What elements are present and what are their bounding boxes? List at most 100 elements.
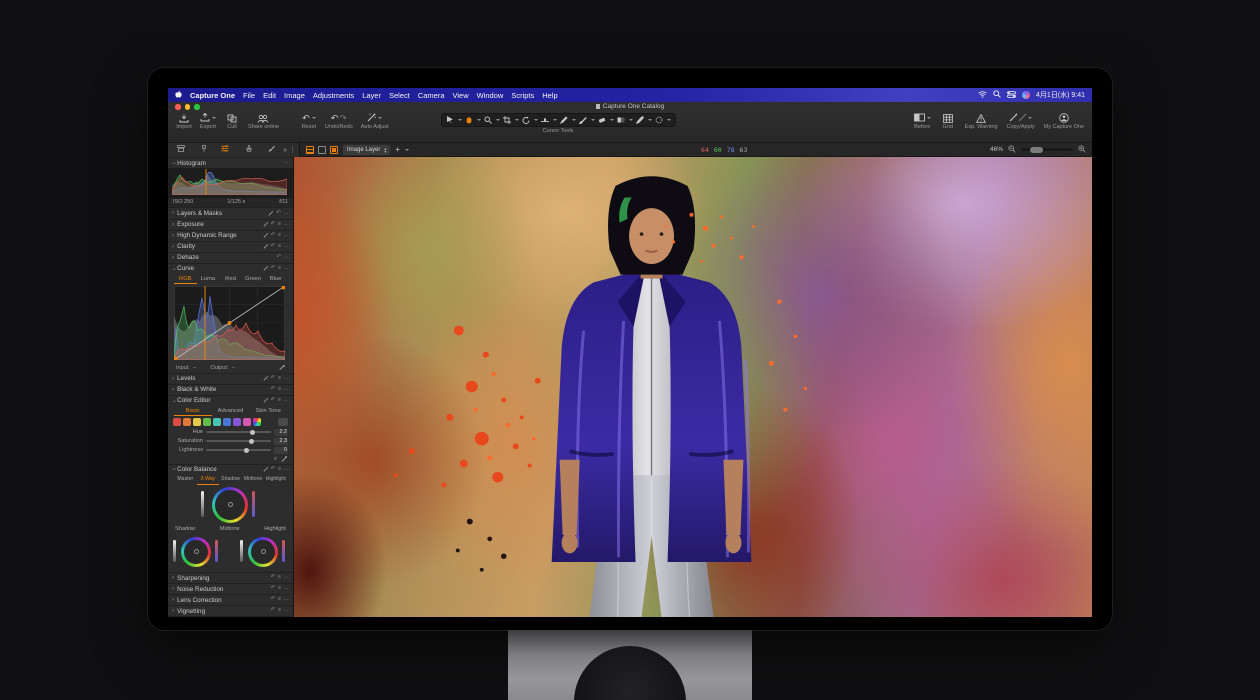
shadow-color-wheel[interactable] [181, 537, 211, 567]
menu-file[interactable]: File [243, 91, 255, 100]
cb-tab-midtone[interactable]: Midtone [242, 475, 265, 485]
my-capture-one-button[interactable]: My Capture One [1044, 113, 1084, 130]
preset-menu-icon[interactable]: ≡ [278, 586, 281, 592]
panel-header-black-white[interactable]: ›Black & White ↶≡… [168, 384, 293, 395]
layer-selector[interactable]: Image Layer ▴▾ [342, 144, 391, 156]
hue-value[interactable]: 2.2 [274, 429, 288, 436]
reset-panel-icon[interactable]: ↶ [271, 222, 276, 228]
more-options-icon[interactable]: … [284, 467, 290, 473]
swatch-target-button[interactable] [278, 418, 288, 426]
color-editor-tab-advanced[interactable]: Advanced [212, 406, 250, 416]
swatch-aqua[interactable] [213, 418, 221, 426]
rotate-tool[interactable] [522, 111, 530, 129]
panel-header-layers-masks[interactable]: › Layers & Masks ↶… [168, 207, 293, 219]
curve-tab-luma[interactable]: Luma [197, 274, 220, 284]
brush-icon[interactable]: ↶ [276, 211, 281, 217]
more-options-icon[interactable]: … [284, 398, 290, 404]
viewer-single-view-icon[interactable] [318, 146, 326, 154]
swatch-purple[interactable] [233, 418, 241, 426]
swatch-blue[interactable] [223, 418, 231, 426]
curve-tab-rgb[interactable]: RGB [174, 274, 197, 284]
more-options-icon[interactable]: … [284, 266, 290, 272]
highlight-lightness-arc[interactable] [240, 540, 243, 562]
redo-icon[interactable]: ↷ [339, 114, 347, 123]
eyedropper-tool[interactable] [636, 111, 644, 129]
preset-menu-icon[interactable]: ≡ [278, 222, 281, 228]
more-options-icon[interactable]: … [284, 376, 290, 382]
swatch-yellow[interactable] [193, 418, 201, 426]
more-options-icon[interactable]: … [284, 255, 290, 261]
midtone-lightness-arc[interactable] [201, 491, 204, 517]
hue-slider[interactable] [206, 431, 271, 433]
curve-graph[interactable] [168, 285, 293, 363]
reset-panel-icon[interactable]: ↶ [271, 376, 276, 382]
reset-panel-icon[interactable]: ↶ [271, 608, 276, 614]
cb-tab-highlight[interactable]: Highlight [264, 475, 287, 485]
menu-view[interactable]: View [453, 91, 469, 100]
reset-panel-icon[interactable]: ↶ [271, 387, 276, 393]
color-editor-tab-basic[interactable]: Basic [174, 406, 212, 416]
loupe-tool[interactable] [484, 111, 492, 129]
swatch-pink[interactable] [243, 418, 251, 426]
curve-tab-red[interactable]: Red [219, 274, 242, 284]
menu-adjustments[interactable]: Adjustments [313, 91, 354, 100]
edit-icon[interactable] [263, 234, 268, 239]
more-options-icon[interactable]: … [284, 160, 290, 166]
preset-menu-icon[interactable]: ≡ [278, 266, 281, 272]
wifi-icon[interactable] [978, 91, 987, 100]
viewer-multi-view-icon[interactable] [306, 146, 314, 154]
cull-button[interactable]: Cull [224, 113, 240, 130]
more-options-icon[interactable]: … [284, 244, 290, 250]
panel-header-color-balance[interactable]: ›Color Balance ↶≡… [168, 464, 293, 475]
edit-mask-icon[interactable] [269, 211, 274, 216]
curve-tab-blue[interactable]: Blue [264, 274, 287, 284]
menu-bar-clock[interactable]: 4月1日(水) 9:41 [1036, 90, 1085, 100]
more-options-icon[interactable]: … [284, 387, 290, 393]
menu-app-name[interactable]: Capture One [190, 91, 235, 100]
menu-layer[interactable]: Layer [362, 91, 381, 100]
expand-tabs-icon[interactable]: » [283, 147, 287, 154]
reset-panel-icon[interactable]: ↶ [271, 244, 276, 250]
swatch-green[interactable] [203, 418, 211, 426]
draw-mask-tool[interactable] [560, 111, 568, 129]
edit-icon[interactable] [263, 467, 268, 472]
color-editor-tab-skin-tone[interactable]: Skin Tone [249, 406, 287, 416]
preset-menu-icon[interactable]: ≡ [278, 575, 281, 581]
reset-panel-icon[interactable]: ↶ [276, 255, 281, 261]
viewer-proof-view-icon[interactable] [330, 146, 338, 154]
menu-edit[interactable]: Edit [263, 91, 276, 100]
minimize-window-button[interactable] [185, 104, 191, 110]
import-button[interactable]: Import [176, 113, 192, 130]
menu-help[interactable]: Help [542, 91, 557, 100]
panel-header-exposure[interactable]: ›Exposure ↶≡… [168, 219, 293, 230]
panel-header-curve[interactable]: ›Curve ↶≡… [168, 263, 293, 274]
edit-icon[interactable] [263, 398, 268, 403]
reset-panel-icon[interactable]: ↶ [271, 597, 276, 603]
zoom-level[interactable]: 46% [990, 146, 1003, 153]
menu-image[interactable]: Image [284, 91, 305, 100]
copy-apply-buttons[interactable]: Copy/Apply [1007, 113, 1035, 130]
image-viewer[interactable] [294, 157, 1092, 617]
export-button[interactable]: Export [200, 113, 216, 130]
apple-menu-icon[interactable] [175, 90, 182, 100]
reset-panel-icon[interactable]: ↶ [271, 398, 276, 404]
more-options-icon[interactable]: … [284, 575, 290, 581]
siri-icon[interactable] [1022, 91, 1030, 99]
reset-panel-icon[interactable]: ↶ [271, 266, 276, 272]
panel-header-levels[interactable]: ›Levels ↶≡… [168, 373, 293, 384]
zoom-in-icon[interactable] [1078, 145, 1086, 155]
menu-window[interactable]: Window [477, 91, 504, 100]
lightness-value[interactable]: 0 [274, 447, 288, 454]
select-cursor-tool[interactable] [446, 111, 454, 129]
zoom-slider[interactable] [1021, 148, 1073, 151]
eraser-tool[interactable] [598, 111, 606, 129]
crop-tool[interactable] [503, 111, 511, 129]
brush-tool[interactable] [579, 111, 587, 129]
edit-icon[interactable] [263, 376, 268, 381]
add-layer-button[interactable]: + [395, 145, 400, 154]
saturation-slider[interactable] [206, 440, 271, 442]
panel-header-color-editor[interactable]: ›Color Editor ↶≡… [168, 395, 293, 406]
preset-menu-icon[interactable]: ≡ [278, 608, 281, 614]
panel-header-high-dynamic-range[interactable]: ›High Dynamic Range ↶≡… [168, 230, 293, 241]
preset-menu-icon[interactable]: ≡ [278, 398, 281, 404]
